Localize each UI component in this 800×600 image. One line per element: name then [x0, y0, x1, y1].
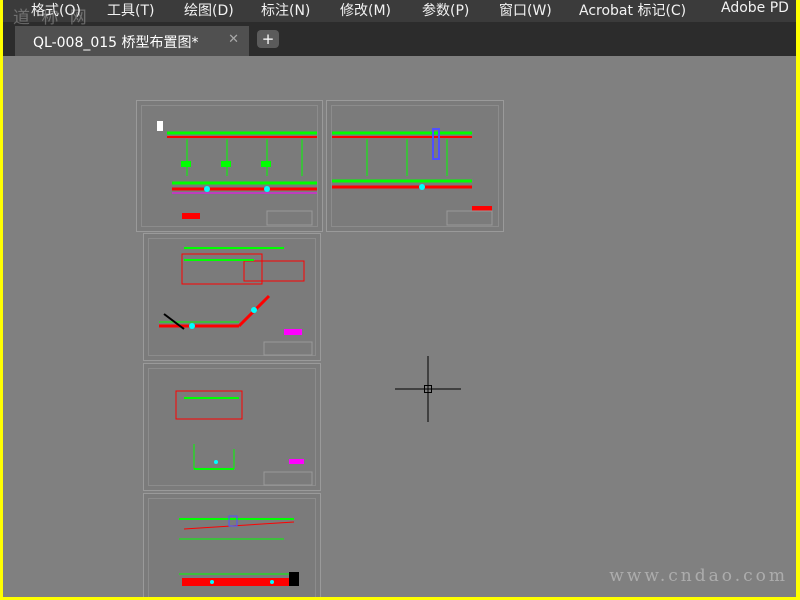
- menu-parameters[interactable]: 参数(P): [422, 0, 469, 20]
- cursor-crosshair: [395, 356, 461, 422]
- sheet-drawing: [332, 128, 493, 226]
- menu-bar: 格式(O) 工具(T) 绘图(D) 标注(N) 修改(M) 参数(P) 窗口(W…: [3, 0, 796, 22]
- new-tab-button[interactable]: +: [257, 30, 279, 48]
- watermark-url: www.cndao.com: [609, 566, 788, 586]
- document-tab-bar: QL-008_015 桥型布置图* ✕ +: [3, 22, 796, 56]
- document-tab[interactable]: QL-008_015 桥型布置图* ✕: [15, 26, 249, 56]
- menu-modify[interactable]: 修改(M): [340, 0, 391, 20]
- drawing-sheet: [326, 100, 504, 232]
- sheet-drawing: [179, 515, 299, 586]
- menu-window[interactable]: 窗口(W): [499, 0, 552, 20]
- sheet-drawing: [175, 390, 313, 486]
- drawing-sheet: [136, 100, 323, 232]
- cad-window: 格式(O) 工具(T) 绘图(D) 标注(N) 修改(M) 参数(P) 窗口(W…: [3, 0, 796, 597]
- drawing-sheet: [143, 233, 321, 361]
- document-tab-label: QL-008_015 桥型布置图*: [33, 35, 199, 51]
- menu-acrobat-markup[interactable]: Acrobat 标记(C): [579, 0, 686, 20]
- menu-adobe-pdf[interactable]: Adobe PD: [721, 0, 789, 16]
- close-icon[interactable]: ✕: [228, 32, 239, 47]
- menu-draw[interactable]: 绘图(D): [184, 0, 234, 20]
- menu-tools[interactable]: 工具(T): [107, 0, 154, 20]
- watermark-logo: 道 称 网: [13, 8, 90, 28]
- sheet-drawing: [157, 121, 317, 226]
- drawing-canvas[interactable]: [3, 56, 796, 597]
- sheet-drawing: [159, 247, 313, 356]
- menu-dimension[interactable]: 标注(N): [261, 0, 310, 20]
- drawing-sheet: [143, 493, 321, 597]
- drawing-sheet: [143, 363, 321, 491]
